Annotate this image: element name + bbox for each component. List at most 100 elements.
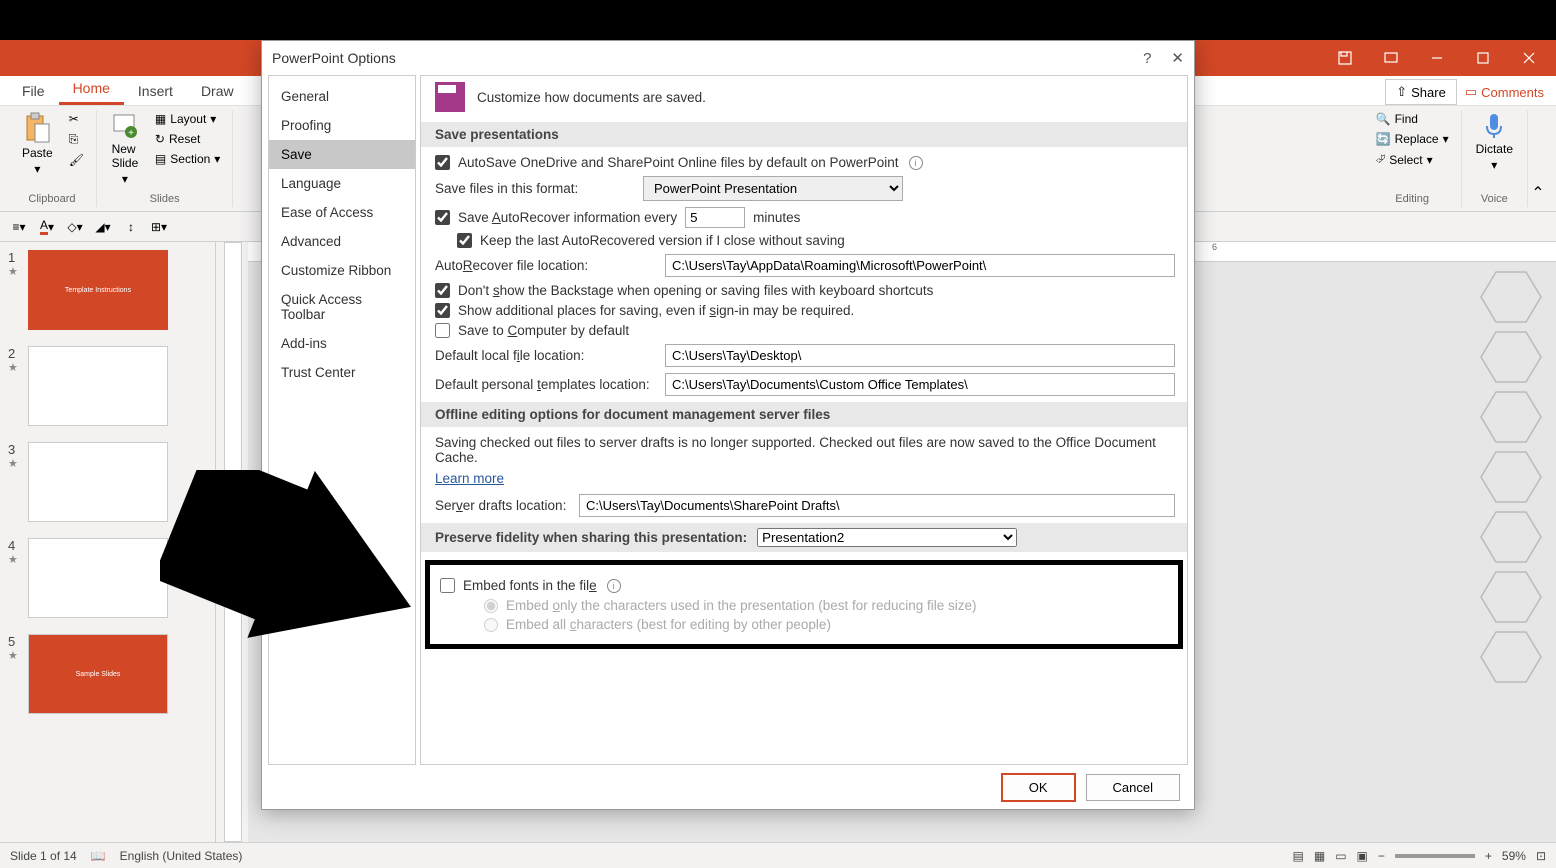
default-local-input[interactable]: [665, 344, 1175, 367]
dialog-title: PowerPoint Options: [272, 50, 396, 66]
slide-thumb-1[interactable]: 1★ Template Instructions: [0, 242, 215, 338]
ok-button[interactable]: OK: [1001, 773, 1076, 802]
save-format-select[interactable]: PowerPoint Presentation: [643, 176, 903, 201]
cancel-button[interactable]: Cancel: [1086, 774, 1180, 801]
normal-view-button[interactable]: ▦: [1314, 849, 1325, 863]
shape-fill-button[interactable]: ◢▾: [92, 216, 114, 238]
cut-button[interactable]: ✂: [65, 110, 88, 128]
zoom-out-button[interactable]: −: [1378, 849, 1385, 863]
info-icon[interactable]: i: [607, 579, 621, 593]
paste-button[interactable]: Paste ▾: [16, 110, 59, 178]
sidebar-item-general[interactable]: General: [269, 82, 415, 111]
reset-button[interactable]: ↻ Reset: [151, 130, 224, 148]
svg-text:+: +: [128, 128, 134, 139]
dialog-footer: OK Cancel: [262, 765, 1194, 809]
notes-button[interactable]: ▤: [1293, 849, 1304, 863]
copy-button[interactable]: ⎘: [65, 130, 88, 149]
dictate-button[interactable]: Dictate ▾: [1470, 110, 1519, 174]
group-clipboard: Paste ▾ ✂ ⎘ 🖌 Clipboard: [8, 110, 97, 207]
sort-button[interactable]: ↕: [120, 216, 142, 238]
info-icon[interactable]: i: [909, 156, 923, 170]
tab-insert[interactable]: Insert: [124, 77, 187, 105]
sidebar-item-customize-ribbon[interactable]: Customize Ribbon: [269, 256, 415, 285]
show-additional-checkbox[interactable]: [435, 303, 450, 318]
keep-last-checkbox[interactable]: [457, 233, 472, 248]
section-button[interactable]: ▤ Section ▾: [151, 150, 224, 168]
chevron-down-icon: ▾: [122, 172, 128, 186]
spellcheck-icon[interactable]: 📖: [91, 849, 106, 863]
font-color-button[interactable]: A▾: [36, 216, 58, 238]
sidebar-item-trust-center[interactable]: Trust Center: [269, 358, 415, 387]
content-header-text: Customize how documents are saved.: [477, 90, 706, 105]
autorecover-location-input[interactable]: [665, 254, 1175, 277]
comments-button[interactable]: ▭ Comments: [1465, 84, 1544, 100]
minutes-label: minutes: [753, 210, 800, 225]
highlight-button[interactable]: ◇▾: [64, 216, 86, 238]
keep-last-label: Keep the last AutoRecovered version if I…: [480, 233, 845, 248]
tab-file[interactable]: File: [8, 77, 59, 105]
zoom-level[interactable]: 59%: [1502, 849, 1526, 863]
autosave-icon[interactable]: [1322, 40, 1368, 76]
save-to-computer-checkbox[interactable]: [435, 323, 450, 338]
slideshow-button[interactable]: ▣: [1357, 849, 1368, 863]
help-button[interactable]: ?: [1143, 50, 1151, 67]
slide-thumb-2[interactable]: 2★: [0, 338, 215, 434]
new-slide-button[interactable]: + New Slide ▾: [105, 110, 145, 188]
sidebar-item-language[interactable]: Language: [269, 169, 415, 198]
new-slide-icon: +: [111, 112, 139, 140]
layout-button[interactable]: ▦ Layout ▾: [151, 110, 224, 128]
slide-counter[interactable]: Slide 1 of 14: [10, 849, 77, 863]
language-status[interactable]: English (United States): [120, 849, 243, 863]
paste-icon: [23, 112, 51, 144]
learn-more-link[interactable]: Learn more: [435, 471, 504, 486]
dialog-close-button[interactable]: ✕: [1171, 49, 1184, 67]
section-icon: ▤: [155, 152, 166, 166]
layout-icon: ▦: [155, 112, 166, 126]
section-preserve-fidelity: Preserve fidelity when sharing this pres…: [421, 523, 1187, 552]
thumb-image: [28, 442, 168, 522]
replace-button[interactable]: 🔄 Replace ▾: [1372, 130, 1453, 148]
sidebar-item-addins[interactable]: Add-ins: [269, 329, 415, 358]
zoom-in-button[interactable]: +: [1485, 849, 1492, 863]
section-offline: Offline editing options for document man…: [421, 402, 1187, 427]
autosave-label: AutoSave OneDrive and SharePoint Online …: [458, 155, 899, 170]
minimize-button[interactable]: [1414, 40, 1460, 76]
default-templates-input[interactable]: [665, 373, 1175, 396]
autosave-checkbox[interactable]: [435, 155, 450, 170]
options-dialog: PowerPoint Options ? ✕ General Proofing …: [261, 40, 1195, 810]
tab-draw[interactable]: Draw: [187, 77, 248, 105]
autorecover-checkbox[interactable]: [435, 210, 450, 225]
display-mode-icon[interactable]: [1368, 40, 1414, 76]
select-button[interactable]: ⮰ Select ▾: [1372, 150, 1453, 169]
more-button[interactable]: ⊞▾: [148, 216, 170, 238]
star-icon: ★: [8, 361, 22, 374]
dont-show-backstage-checkbox[interactable]: [435, 283, 450, 298]
maximize-button[interactable]: [1460, 40, 1506, 76]
statusbar: Slide 1 of 14 📖 English (United States) …: [0, 842, 1556, 868]
dialog-titlebar: PowerPoint Options ? ✕: [262, 41, 1194, 75]
cut-icon: ✂: [69, 112, 79, 126]
sidebar-item-ease-of-access[interactable]: Ease of Access: [269, 198, 415, 227]
sidebar-item-advanced[interactable]: Advanced: [269, 227, 415, 256]
fit-button[interactable]: ⊡: [1536, 849, 1546, 863]
autorecover-minutes[interactable]: [685, 207, 745, 228]
sidebar-item-proofing[interactable]: Proofing: [269, 111, 415, 140]
server-drafts-input[interactable]: [579, 494, 1175, 517]
share-button[interactable]: ⇧ Share: [1385, 79, 1457, 105]
embed-only-radio: [484, 599, 498, 613]
find-button[interactable]: 🔍 Find: [1372, 110, 1453, 128]
sidebar-item-save[interactable]: Save: [269, 140, 415, 169]
tab-home[interactable]: Home: [59, 74, 124, 105]
format-painter-button[interactable]: 🖌: [65, 151, 88, 169]
reading-view-button[interactable]: ▭: [1335, 849, 1346, 863]
reset-icon: ↻: [155, 132, 165, 146]
star-icon: ★: [8, 649, 22, 662]
align-button[interactable]: ≡▾: [8, 216, 30, 238]
close-button[interactable]: [1506, 40, 1552, 76]
sidebar-item-quick-access[interactable]: Quick Access Toolbar: [269, 285, 415, 329]
collapse-ribbon-button[interactable]: ⌃: [1528, 110, 1548, 207]
presentation-select[interactable]: Presentation2: [757, 528, 1017, 547]
zoom-slider[interactable]: [1395, 854, 1475, 858]
embed-all-radio: [484, 618, 498, 632]
embed-fonts-checkbox[interactable]: [440, 578, 455, 593]
